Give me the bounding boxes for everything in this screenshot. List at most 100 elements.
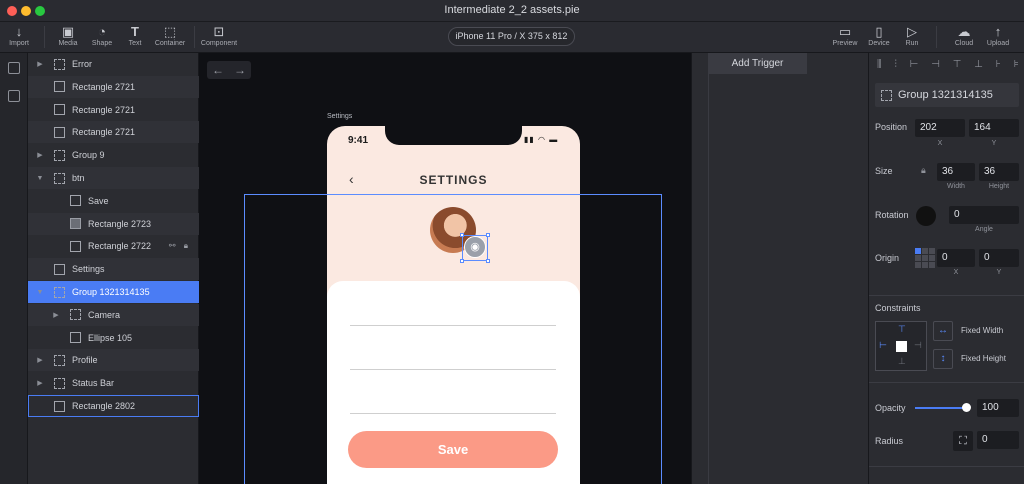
radius-label: Radius [875,436,904,446]
layer-name: Group 1321314135 [72,287,150,297]
layer-name: Rectangle 2722 [88,241,152,252]
frame-icon [70,332,81,344]
section-divider [869,295,1024,296]
media-button[interactable]: ▣ Media [55,24,81,47]
arrow-right-icon[interactable]: → [229,61,251,79]
layer-row[interactable]: Settings [28,258,199,281]
position-y-sub: Y [991,140,997,147]
layer-row[interactable]: Rectangle 2723 [28,212,199,235]
device-button[interactable]: ▯ Device [866,24,892,47]
position-x-sub: X [937,140,943,147]
constraint-left-icon[interactable]: ⊢ [879,340,887,351]
height-input[interactable]: 36 [979,163,1019,181]
layer-row[interactable]: Rectangle 2721 [28,75,199,98]
constraint-top-icon[interactable]: ⊤ [898,324,906,335]
position-y-input[interactable]: 164 [969,119,1019,137]
angle-input[interactable]: 0 [949,206,1019,224]
layer-name: Rectangle 2802 [72,401,136,411]
layer-row[interactable]: ▼ btn [28,167,199,189]
origin-grid[interactable] [915,248,935,268]
arrow-left-icon[interactable]: ← [207,61,229,79]
align-toolbar[interactable]: ⫼ ⫶ ⊢ ⊣ ⊤ ⊥ ⊦ ⊧ [877,59,1024,70]
text-icon: T [131,24,139,39]
assets-panel-icon[interactable] [8,90,20,102]
position-x-input[interactable]: 202 [915,119,965,137]
add-trigger-button[interactable]: Add Trigger [708,53,807,74]
layer-row[interactable]: ▶ Group 9 [28,144,199,166]
group-icon [54,58,65,70]
group-selection-box[interactable] [460,233,490,263]
selected-layer-name[interactable]: Group 1321314135 [875,83,1019,107]
shape-icon: ◔ [98,24,106,39]
width-input[interactable]: 36 [937,163,975,181]
chevron-right-icon[interactable]: ▶ [34,60,46,68]
lock-icon[interactable]: 🔒︎ [921,165,926,176]
cloud-button[interactable]: ☁ Cloud [951,24,977,47]
layer-row[interactable]: ▼ Group 1321314135 [28,281,199,303]
chevron-right-icon[interactable]: ▶ [34,379,46,387]
fixed-width-icon[interactable]: ↔ [933,321,953,341]
import-button[interactable]: ↓ Import [5,24,33,47]
opacity-input[interactable]: 100 [977,399,1019,417]
shape-button[interactable]: ◔ Shape [89,24,115,47]
toolbar-divider [936,26,937,48]
layer-row[interactable]: Save [28,190,199,212]
preview-button[interactable]: ▭ Preview [831,24,859,47]
layer-row[interactable]: ▶ Status Bar [28,372,199,394]
interactions-panel: Add Trigger [691,53,868,484]
resize-handle[interactable] [486,233,490,237]
notch [385,126,522,145]
resize-handle[interactable] [460,259,464,263]
layer-row[interactable]: ▶ Camera [28,303,199,326]
chevron-down-icon[interactable]: ▼ [34,175,46,182]
cloud-icon: ☁ [957,24,971,39]
layer-row[interactable]: Rectangle 2722 ⚯ 🔒︎ [28,235,199,257]
chevron-right-icon[interactable]: ▶ [50,311,62,319]
run-button[interactable]: ▷ Run [901,24,923,47]
device-selector[interactable]: iPhone 11 Pro / X 375 x 812 [448,27,575,46]
origin-x-input[interactable]: 0 [937,249,975,267]
constraint-bottom-icon[interactable]: ⊥ [898,356,906,367]
title-bar: Intermediate 2_2 assets.pie [0,0,1024,22]
layer-row[interactable]: Rectangle 2721 [28,99,199,121]
frame-icon [54,263,65,275]
artboard-label[interactable]: Settings [327,113,352,120]
constraint-right-icon[interactable]: ⊣ [914,340,922,351]
layer-name: Profile [72,355,98,366]
chevron-right-icon[interactable]: ▶ [34,356,46,364]
origin-y-input[interactable]: 0 [979,249,1019,267]
fixed-height-icon[interactable]: ↕ [933,349,953,369]
layer-name: Error [72,59,92,69]
chevron-right-icon[interactable]: ▶ [34,151,46,159]
phone-icon: ▯ [875,24,883,39]
constraints-widget[interactable]: ⊤ ⊢ ⊣ ⊥ [875,321,927,371]
radius-input[interactable]: 0 [977,431,1019,449]
text-button[interactable]: T Text [124,24,146,47]
layer-row[interactable]: Rectangle 2721 [28,121,199,144]
upload-button[interactable]: ↑ Upload [985,24,1011,47]
layer-row[interactable]: ▶ Error [28,53,199,75]
status-time: 9:41 [348,135,369,146]
layer-row[interactable]: ▶ Profile [28,349,199,372]
container-button[interactable]: ⬚ Container [153,24,187,47]
layer-row[interactable]: Ellipse 105 [28,327,199,349]
height-sub: Height [988,183,1010,190]
corner-radius-icon[interactable]: ⛶ [953,431,973,451]
resize-handle[interactable] [486,259,490,263]
link-lock-icon[interactable]: ⚯ 🔒︎ [169,241,191,251]
layer-row[interactable]: Rectangle 2802 [28,395,199,417]
rotation-dial[interactable] [916,206,936,226]
opacity-slider[interactable] [915,407,967,409]
chevron-down-icon[interactable]: ▼ [34,289,46,296]
opacity-slider-knob[interactable] [962,403,971,412]
fixed-width-label: Fixed Width [961,326,1004,335]
toolbar-divider [194,26,195,48]
frame-icon [54,126,65,138]
origin-y-sub: Y [996,269,1002,276]
resize-handle[interactable] [460,233,464,237]
component-button[interactable]: ⊡ Component [200,24,238,47]
signal-icon: ▮▮ [524,135,535,144]
layers-panel-icon[interactable] [8,62,20,74]
frame-icon [54,104,65,116]
layer-name: Rectangle 2721 [72,81,136,92]
